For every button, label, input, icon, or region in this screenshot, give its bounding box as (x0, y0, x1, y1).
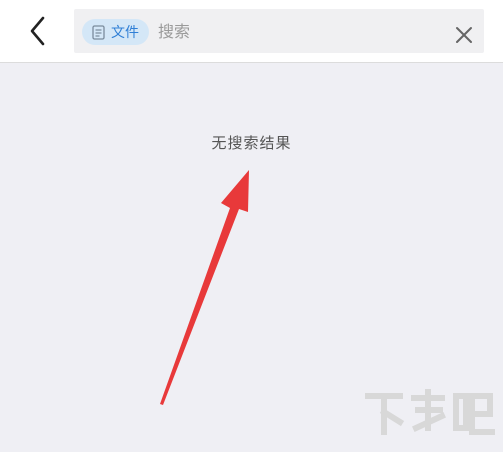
annotation-arrow-shape (160, 170, 249, 405)
annotation-arrow (160, 170, 249, 405)
watermark-logo (365, 389, 495, 435)
